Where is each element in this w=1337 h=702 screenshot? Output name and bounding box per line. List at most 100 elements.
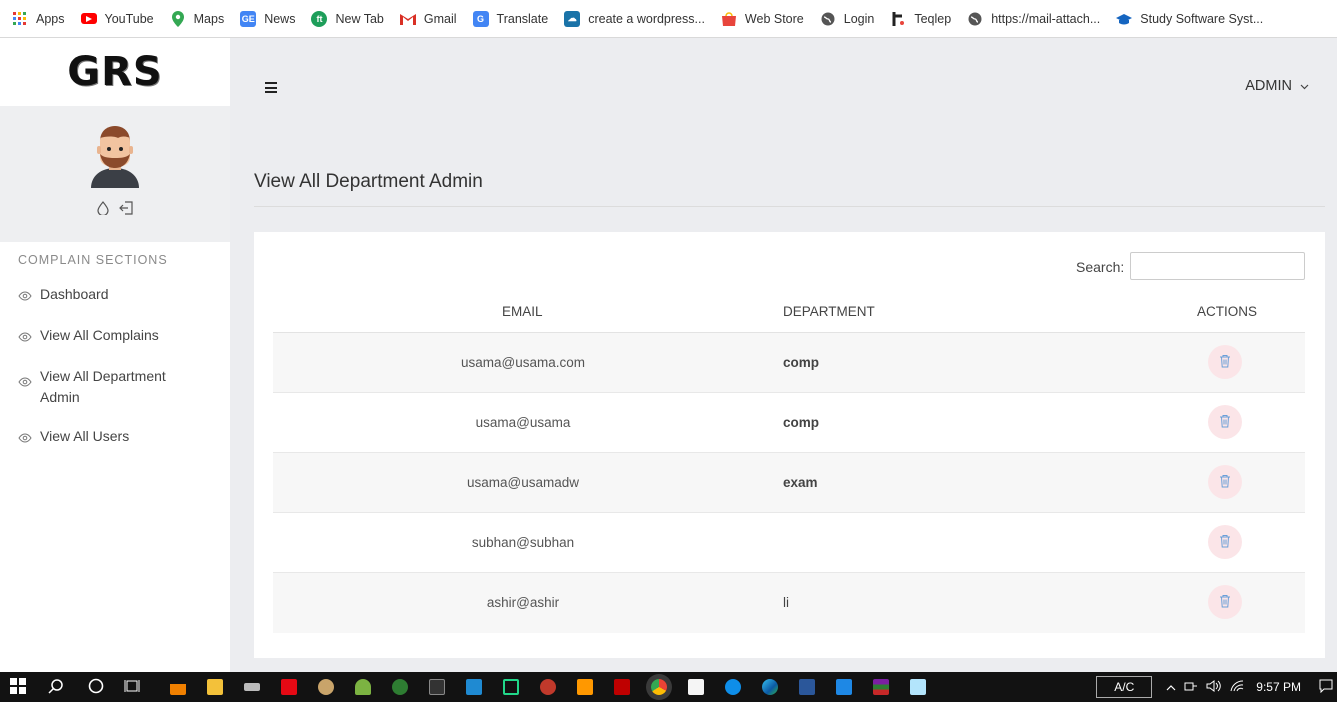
volume-icon[interactable] <box>1206 679 1222 695</box>
bookmark-gmail[interactable]: Gmail <box>399 11 457 27</box>
avatar <box>89 124 141 193</box>
wifi-icon[interactable] <box>1230 679 1244 695</box>
eye-icon <box>18 327 32 348</box>
bookmark-label: https://mail-attach... <box>991 11 1101 26</box>
paint-icon[interactable] <box>318 679 334 695</box>
vscode-icon[interactable] <box>466 679 482 695</box>
task-view-icon[interactable] <box>124 679 140 696</box>
bookmark-youtube[interactable]: YouTube <box>80 12 154 26</box>
notification-icon[interactable] <box>1319 679 1333 696</box>
eye-icon <box>18 286 32 307</box>
bookmark-label: New Tab <box>335 11 384 26</box>
email-cell: ashir@ashir <box>486 595 560 610</box>
search-input[interactable] <box>1130 252 1305 280</box>
bookmark-label: Apps <box>36 11 65 26</box>
sidebar-item-label: View All Department Admin <box>40 368 166 405</box>
delete-button[interactable] <box>1208 405 1242 439</box>
table-header: EMAIL DEPARTMENT ACTIONS <box>273 302 1305 333</box>
sidebar-section-title: COMPLAIN SECTIONS <box>18 253 168 267</box>
word-icon[interactable] <box>799 679 815 695</box>
search-icon[interactable] <box>48 678 64 697</box>
trash-icon <box>1219 414 1231 431</box>
pycharm-icon[interactable] <box>503 679 519 695</box>
email-cell: subhan@subhan <box>471 535 575 550</box>
clock-time[interactable]: 9:57 PM <box>1256 680 1301 694</box>
teamviewer-icon[interactable] <box>725 679 741 695</box>
sidebar-item-view-all-department-admin[interactable]: View All Department Admin <box>18 366 218 408</box>
email-cell: usama@usamadw <box>466 475 579 490</box>
app-icon[interactable] <box>540 679 556 695</box>
apps-grid-icon <box>12 11 28 27</box>
web-store-icon <box>721 11 737 27</box>
bookmark-apps[interactable]: Apps <box>12 11 65 27</box>
cortana-icon[interactable] <box>88 678 104 697</box>
app-icon[interactable] <box>244 683 260 691</box>
netflix-icon[interactable] <box>281 679 297 695</box>
email-cell: usama@usama <box>475 415 571 430</box>
bookmarks-bar: Apps YouTube Maps GE News ft New Tab Gma… <box>0 0 1337 38</box>
bookmark-translate[interactable]: G Translate <box>472 10 548 27</box>
delete-button[interactable] <box>1208 345 1242 379</box>
chrome-icon[interactable] <box>651 679 667 695</box>
taskbar: A/C 9:57 PM <box>0 672 1337 702</box>
edge-icon[interactable] <box>762 679 778 695</box>
sublime-icon[interactable] <box>577 679 593 695</box>
column-header-email[interactable]: EMAIL <box>502 304 543 319</box>
user-panel <box>0 106 230 242</box>
bookmark-label: Study Software Syst... <box>1140 11 1264 26</box>
theme-drop-icon[interactable] <box>97 201 109 218</box>
network-icon[interactable] <box>1184 680 1198 695</box>
department-cell: exam <box>783 475 818 490</box>
windows-start-icon[interactable] <box>10 677 26 697</box>
bookmark-study-software[interactable]: Study Software Syst... <box>1116 11 1263 27</box>
globe-icon <box>967 11 983 27</box>
maps-pin-icon <box>170 10 186 27</box>
sidebar-item-label: View All Complains <box>40 327 159 343</box>
bookmark-new-tab[interactable]: ft New Tab <box>311 10 384 27</box>
edge-legacy-icon[interactable] <box>392 679 408 695</box>
file-explorer-icon[interactable] <box>207 679 223 695</box>
bookmark-mail-attach[interactable]: https://mail-attach... <box>967 11 1100 27</box>
notepad-file-icon[interactable] <box>688 679 704 695</box>
bookmark-news[interactable]: GE News <box>240 10 295 27</box>
delete-button[interactable] <box>1208 585 1242 619</box>
teqlep-icon <box>890 11 906 27</box>
translate-icon: G <box>472 10 489 27</box>
delete-button[interactable] <box>1208 525 1242 559</box>
chevron-up-icon[interactable] <box>1166 680 1176 694</box>
bookmark-web-store[interactable]: Web Store <box>721 11 804 27</box>
ac-indicator[interactable]: A/C <box>1096 676 1153 698</box>
email-cell: usama@usama.com <box>461 355 585 370</box>
filezilla-icon[interactable] <box>614 679 630 695</box>
gmail-icon <box>399 11 416 27</box>
table-row: usama@usama.com comp <box>273 333 1305 393</box>
divider <box>254 206 1325 207</box>
android-icon[interactable] <box>355 679 371 695</box>
delete-button[interactable] <box>1208 465 1242 499</box>
bookmark-teqlep[interactable]: Teqlep <box>890 11 951 27</box>
sidebar-item-dashboard[interactable]: Dashboard <box>18 284 218 307</box>
user-tools <box>97 201 133 218</box>
system-tray: A/C 9:57 PM <box>1096 672 1337 702</box>
bookmark-label: Web Store <box>744 11 804 26</box>
sidebar-item-view-all-complains[interactable]: View All Complains <box>18 325 218 348</box>
bookmark-maps[interactable]: Maps <box>170 10 224 27</box>
trash-icon <box>1219 594 1231 611</box>
sidebar-item-view-all-users[interactable]: View All Users <box>18 426 218 449</box>
table-row: subhan@subhan <box>273 513 1305 573</box>
logout-icon[interactable] <box>119 201 133 218</box>
notepad-icon[interactable] <box>910 679 926 695</box>
terminal-icon[interactable] <box>429 679 445 695</box>
menu-toggle-icon[interactable] <box>265 82 277 96</box>
brand-logo[interactable]: GRS <box>0 38 230 106</box>
column-header-department[interactable]: DEPARTMENT <box>783 304 875 319</box>
vlc-icon[interactable] <box>170 679 186 695</box>
department-cell: comp <box>783 355 820 370</box>
winrar-icon[interactable] <box>873 679 889 695</box>
photos-icon[interactable] <box>836 679 852 695</box>
new-tab-icon: ft <box>311 10 328 27</box>
bookmark-wordpress[interactable]: ☁ create a wordpress... <box>564 10 705 27</box>
bookmark-login[interactable]: Login <box>820 11 874 27</box>
graduation-cap-icon <box>1116 11 1133 27</box>
user-menu[interactable]: ADMIN <box>1245 78 1309 94</box>
